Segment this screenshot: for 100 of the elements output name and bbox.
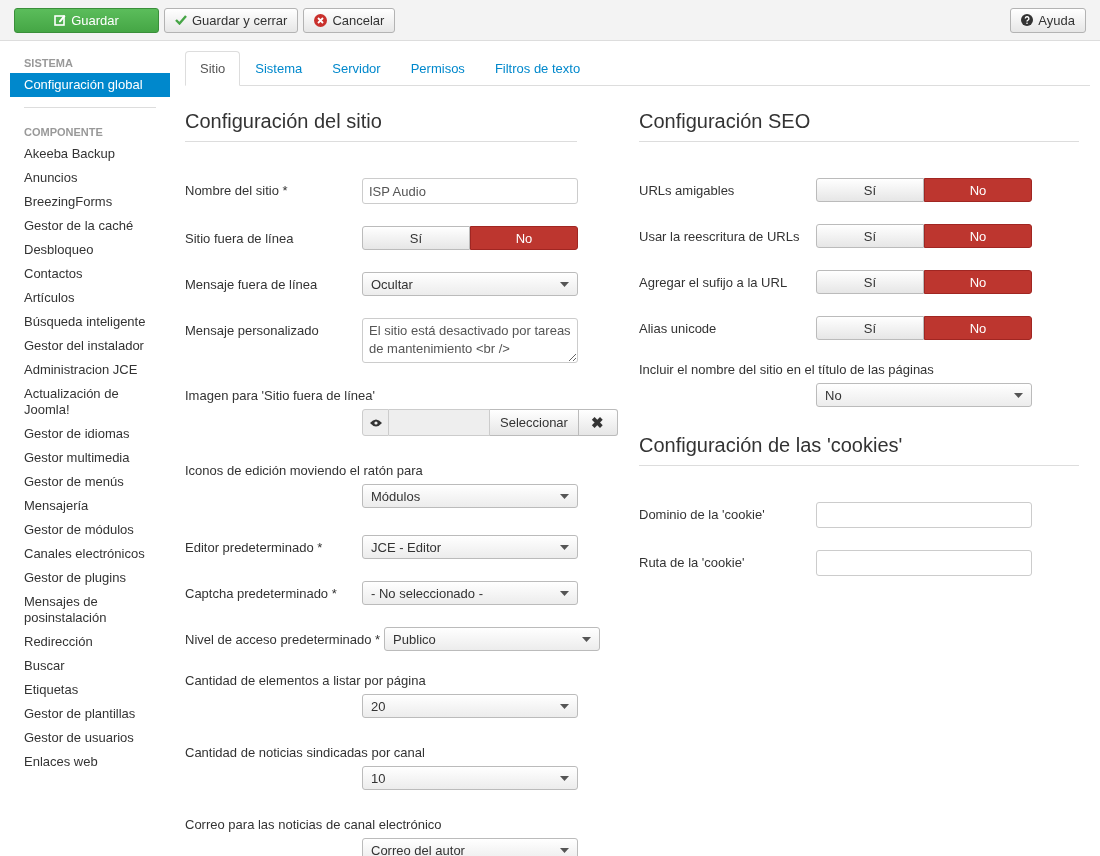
tab[interactable]: Sitio: [185, 51, 241, 86]
field-label: Ruta de la 'cookie': [639, 554, 746, 570]
sidebar-item[interactable]: Gestor de usuarios: [10, 726, 170, 750]
cancel-icon: [314, 13, 328, 27]
toggle-option[interactable]: Sí: [816, 178, 924, 202]
textarea-field[interactable]: El sitio está desactivado por tareas de mantenimiento <br />: [362, 318, 578, 363]
sidebar-heading: SISTEMA: [23, 56, 74, 71]
sidebar-item[interactable]: Artículos: [10, 286, 170, 310]
toggle-option[interactable]: No: [924, 178, 1032, 202]
select-value: Correo del autor: [371, 842, 465, 856]
select-dropdown[interactable]: Publico: [384, 627, 601, 651]
field-label: Incluir el nombre del sitio en el título de las páginas: [639, 362, 934, 377]
select-dropdown[interactable]: Módulos: [362, 484, 578, 508]
field-label: Usar la reescritura de URLs: [639, 228, 801, 244]
field-label: Iconos de edición moviendo el ratón para: [185, 463, 423, 478]
sidebar-item[interactable]: Mensajes de posinstalación: [10, 590, 170, 630]
caret-icon: [560, 281, 569, 287]
toolbar-button[interactable]: Cancelar: [303, 7, 396, 33]
select-dropdown[interactable]: 20: [362, 694, 578, 718]
sidebar-item[interactable]: Etiquetas: [10, 678, 170, 702]
sidebar-item[interactable]: Administracion JCE: [10, 358, 170, 382]
text-field[interactable]: [816, 502, 1032, 528]
tab[interactable]: Filtros de texto: [479, 51, 596, 86]
sidebar-item[interactable]: Gestor de idiomas: [10, 422, 170, 446]
text-field[interactable]: [816, 550, 1032, 576]
field-label: Sitio fuera de línea: [185, 230, 295, 246]
field-label: Mensaje personalizado: [185, 322, 320, 338]
toggle-option[interactable]: No: [924, 270, 1032, 294]
sidebar-item[interactable]: Gestor de módulos: [10, 518, 170, 542]
sidebar-item[interactable]: Akeeba Backup: [10, 142, 170, 166]
toggle-option[interactable]: No: [924, 224, 1032, 248]
eye-icon: [369, 418, 382, 427]
toggle-option[interactable]: No: [470, 226, 578, 250]
select-dropdown[interactable]: JCE - Editor: [362, 535, 578, 559]
sidebar-item[interactable]: Redirección: [10, 630, 170, 654]
toolbar-button[interactable]: Guardar y cerrar: [164, 7, 299, 33]
toggle-option[interactable]: Sí: [816, 224, 924, 248]
toggle-option[interactable]: No: [924, 316, 1032, 340]
field-label: Cantidad de noticias sindicadas por canal: [185, 745, 425, 760]
field-label: Cantidad de elementos a listar por página: [185, 673, 426, 688]
select-value: - No seleccionado -: [371, 585, 483, 601]
sidebar-item[interactable]: Configuración global: [10, 73, 170, 97]
tab[interactable]: Servidor: [317, 51, 396, 86]
sidebar-item[interactable]: Gestor de la caché: [10, 214, 170, 238]
clear-button[interactable]: ✖: [578, 409, 618, 436]
caret-icon: [1014, 392, 1023, 398]
sidebar-item[interactable]: Gestor de plantillas: [10, 702, 170, 726]
select-button[interactable]: Seleccionar: [490, 409, 579, 436]
sidebar-item[interactable]: Búsqueda inteligente: [10, 310, 170, 334]
field-label: URLs amigables: [639, 182, 736, 198]
field-label: Nivel de acceso predeterminado *: [185, 631, 382, 647]
sidebar-item[interactable]: BreezingForms: [10, 190, 170, 214]
field-label: Editor predeterminado *: [185, 539, 324, 555]
select-dropdown[interactable]: - No seleccionado -: [362, 581, 578, 605]
help-icon: [1021, 14, 1034, 26]
field-label: Captcha predeterminado *: [185, 585, 338, 601]
edit-icon: [54, 14, 67, 26]
caret-icon: [560, 590, 569, 596]
select-dropdown[interactable]: No: [816, 383, 1032, 407]
field-label: Mensaje fuera de línea: [185, 276, 319, 292]
sidebar-item[interactable]: Gestor multimedia: [10, 446, 170, 470]
sidebar-item[interactable]: Gestor de plugins: [10, 566, 170, 590]
sidebar-item[interactable]: Actualización de Joomla!: [10, 382, 170, 422]
select-value: Ocultar: [371, 276, 413, 292]
image-path-field[interactable]: [389, 409, 490, 436]
sidebar-item[interactable]: Mensajería: [10, 494, 170, 518]
toggle-option[interactable]: Sí: [816, 316, 924, 340]
text-field[interactable]: ISP Audio: [362, 178, 578, 204]
field-label: Alias unicode: [639, 320, 718, 336]
field-label: Dominio de la 'cookie': [639, 506, 766, 522]
section-title: Configuración de las 'cookies': [639, 434, 1079, 466]
sidebar-item[interactable]: Anuncios: [10, 166, 170, 190]
select-dropdown[interactable]: Correo del autor: [362, 838, 578, 856]
select-value: Módulos: [371, 488, 421, 504]
toggle-option[interactable]: Sí: [362, 226, 470, 250]
sidebar-item[interactable]: Buscar: [10, 654, 170, 678]
tab[interactable]: Permisos: [395, 51, 480, 86]
sidebar-item[interactable]: Canales electrónicos: [10, 542, 170, 566]
section-title: Configuración SEO: [639, 110, 1079, 142]
field-label: Nombre del sitio *: [185, 182, 289, 198]
toggle-option[interactable]: Sí: [816, 270, 924, 294]
sidebar-item[interactable]: Gestor del instalador: [10, 334, 170, 358]
field-label: Imagen para 'Sitio fuera de línea': [185, 388, 375, 403]
section-title: Configuración del sitio: [185, 110, 577, 142]
select-value: 20: [371, 698, 386, 714]
select-dropdown[interactable]: 10: [362, 766, 578, 790]
sidebar-item[interactable]: Enlaces web: [10, 750, 170, 774]
caret-icon: [560, 847, 569, 853]
select-value: No: [825, 387, 842, 403]
select-dropdown[interactable]: Ocultar: [362, 272, 578, 296]
caret-icon: [560, 703, 569, 709]
sidebar-item[interactable]: Gestor de menús: [10, 470, 170, 494]
sidebar-item[interactable]: Desbloqueo: [10, 238, 170, 262]
tab[interactable]: Sistema: [240, 51, 318, 86]
sidebar-item[interactable]: Contactos: [10, 262, 170, 286]
preview-button[interactable]: [362, 409, 389, 436]
caret-icon: [560, 544, 569, 550]
caret-icon: [560, 775, 569, 781]
help-button[interactable]: Ayuda: [1010, 7, 1086, 33]
select-value: JCE - Editor: [371, 539, 442, 555]
